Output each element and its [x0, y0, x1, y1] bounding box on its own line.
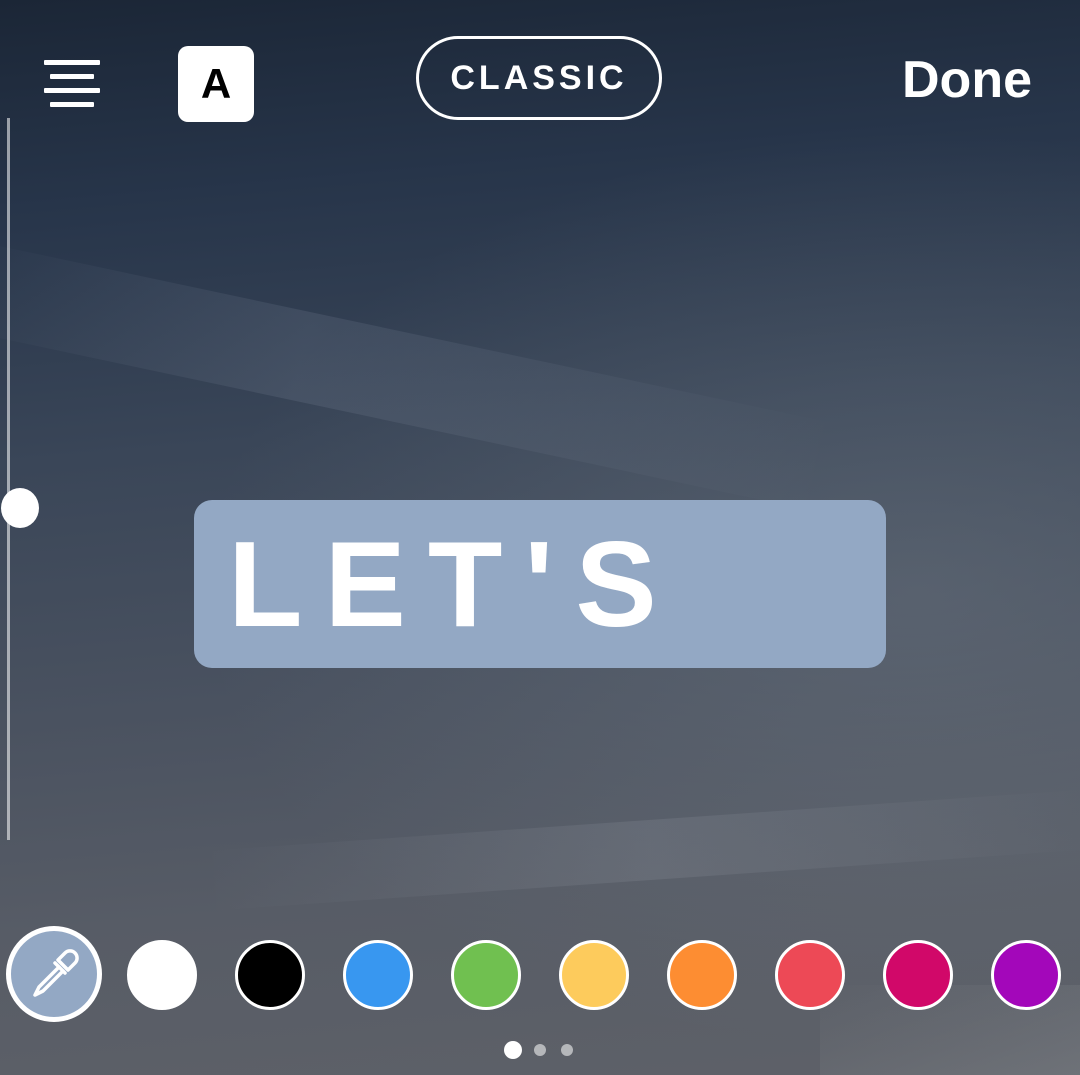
- color-swatch-orange[interactable]: [667, 940, 737, 1010]
- text-style-button[interactable]: CLASSIC: [416, 36, 662, 120]
- background-light-streak: [0, 237, 840, 513]
- color-swatch-yellow[interactable]: [559, 940, 629, 1010]
- text-size-slider[interactable]: [1, 118, 39, 840]
- story-text-box[interactable]: LET'S: [194, 500, 886, 668]
- eyedropper-icon: [33, 949, 79, 997]
- done-button[interactable]: Done: [902, 50, 1032, 110]
- color-swatch-red[interactable]: [775, 940, 845, 1010]
- color-swatch-white[interactable]: [127, 940, 197, 1010]
- align-center-icon: [44, 60, 100, 65]
- text-align-button[interactable]: [44, 60, 100, 114]
- page-indicator: [504, 1041, 584, 1059]
- page-dot: [534, 1044, 546, 1056]
- page-dot: [561, 1044, 573, 1056]
- story-text[interactable]: LET'S: [228, 522, 679, 646]
- text-size-slider-thumb[interactable]: [1, 488, 39, 528]
- page-dot-active: [504, 1041, 522, 1059]
- background-light-streak: [199, 788, 1080, 912]
- color-swatch-purple[interactable]: [991, 940, 1061, 1010]
- color-swatch-black[interactable]: [235, 940, 305, 1010]
- color-swatch-green[interactable]: [451, 940, 521, 1010]
- text-background-toggle-button[interactable]: A: [178, 46, 254, 122]
- color-swatch-magenta[interactable]: [883, 940, 953, 1010]
- text-style-label: CLASSIC: [450, 58, 628, 97]
- color-palette: [0, 926, 1080, 1024]
- color-swatch-blue[interactable]: [343, 940, 413, 1010]
- eyedropper-button[interactable]: [6, 926, 102, 1022]
